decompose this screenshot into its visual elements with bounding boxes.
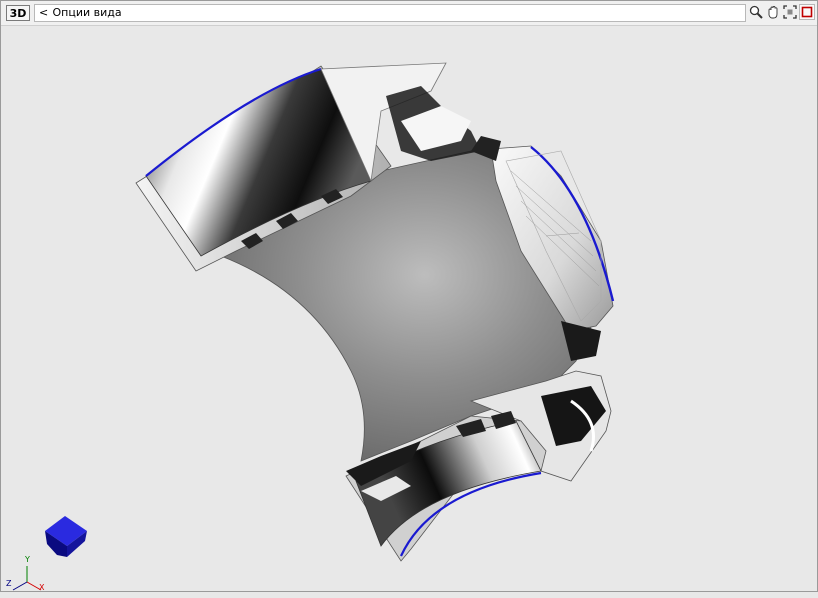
view-options-bar[interactable]: < Опции вида: [34, 4, 746, 22]
viewer-toolbar: 3D < Опции вида: [1, 1, 817, 26]
view-options-label: Опции вида: [52, 6, 122, 19]
model-render[interactable]: [1, 26, 817, 591]
axis-triad: Y X Z: [5, 554, 49, 594]
zoom-icon[interactable]: [748, 4, 764, 20]
view-tools: [748, 4, 815, 22]
pan-hand-icon[interactable]: [765, 4, 781, 20]
mode-3d-button[interactable]: 3D: [6, 5, 30, 21]
axis-y-label: Y: [25, 555, 30, 564]
fit-view-icon[interactable]: [782, 4, 798, 20]
stop-square-icon[interactable]: [799, 4, 815, 20]
axis-x-label: X: [39, 583, 45, 592]
chevron-left-icon[interactable]: <: [39, 5, 49, 21]
3d-viewport[interactable]: Y X Z: [1, 26, 817, 594]
axis-z-label: Z: [6, 579, 12, 588]
viewer-window: 3D < Опции вида Y X Z: [0, 0, 818, 592]
